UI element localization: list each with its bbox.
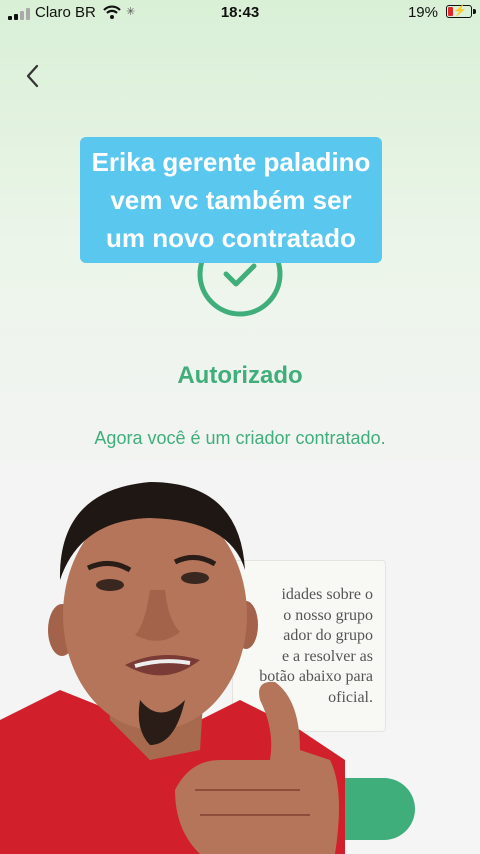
caption-line: vem vc também ser [110, 185, 352, 215]
page-title: Autorizado [177, 362, 303, 389]
battery-percent: 19% [407, 4, 438, 21]
page-subtitle: Agora você é um criador contratado. [94, 428, 386, 448]
presenter-video-overlay [0, 482, 345, 854]
status-bar: Claro BR ✳ 18:43 19% ⚡ [0, 0, 480, 26]
video-caption: Erika gerente paladino vem vc também ser… [80, 137, 382, 263]
battery-charging-icon: ⚡ [446, 5, 476, 18]
caption-line: um novo contratado [106, 223, 356, 253]
caption-line: Erika gerente paladino [91, 147, 371, 177]
back-button[interactable] [18, 60, 48, 94]
chevron-left-icon [26, 64, 39, 88]
